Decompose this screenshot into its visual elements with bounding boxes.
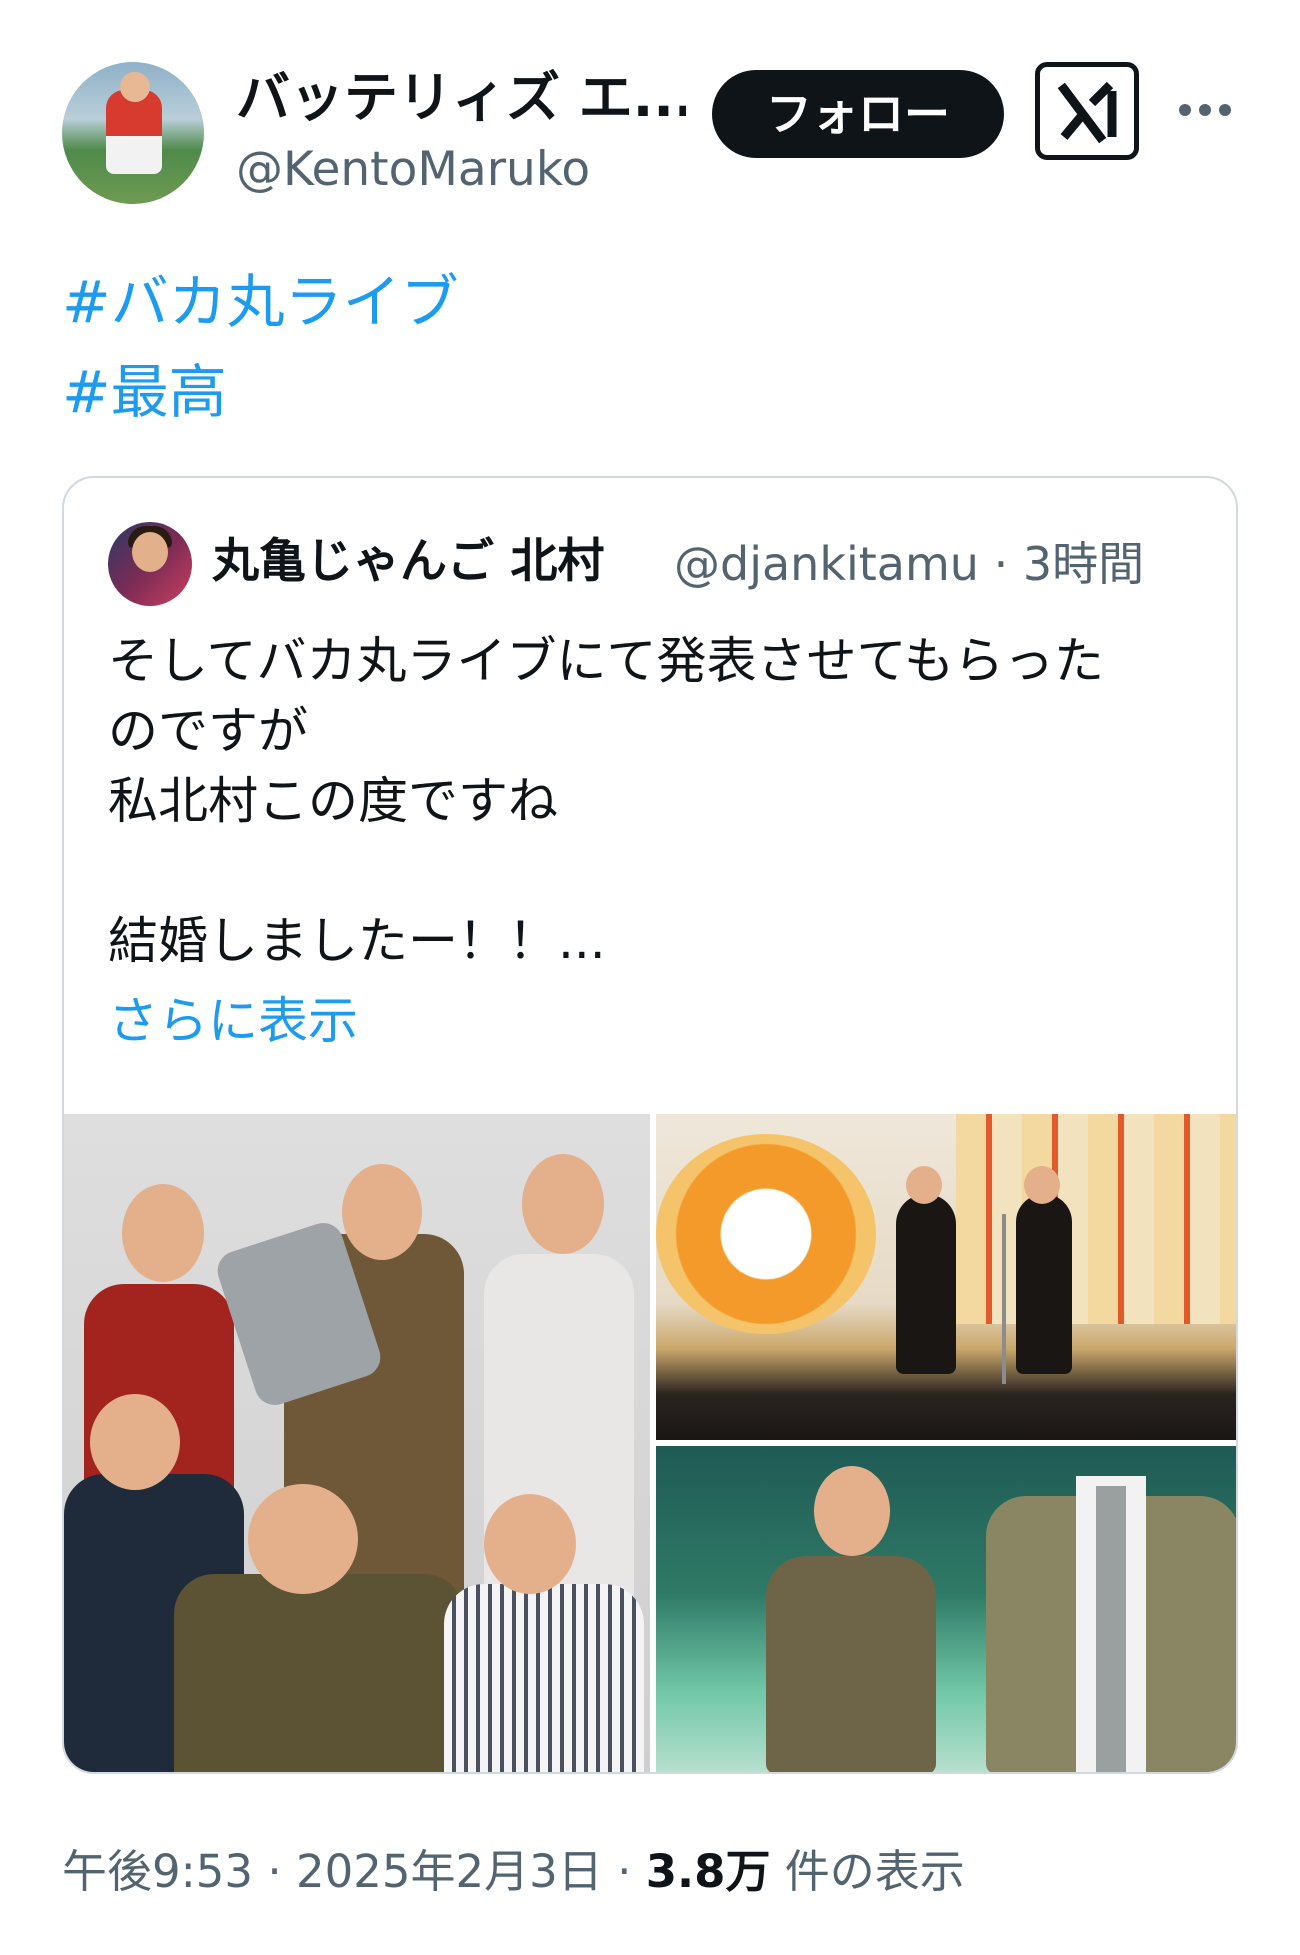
media-photo-stage[interactable] — [656, 1114, 1236, 1440]
quoted-tweet-text: そしてバカ丸ライブにて発表させてもらった のですが 私北村この度ですね 結婚しま… — [108, 632, 1104, 970]
quoted-author-avatar[interactable] — [108, 522, 192, 606]
avatar-figure-head — [120, 72, 150, 102]
photo-person-head — [814, 1466, 890, 1556]
author-avatar[interactable] — [62, 62, 204, 204]
follow-button[interactable]: フォロー — [712, 70, 1004, 158]
tweet-footer: 午後9:53 · 2025年2月3日 · 3.8万 件の表示 — [62, 1840, 965, 1904]
media-photo-suits[interactable] — [656, 1446, 1236, 1772]
hashtag-link[interactable]: #最高 — [62, 352, 227, 432]
stage-decoration — [656, 1134, 876, 1334]
photo-person — [1016, 1194, 1072, 1374]
tweet-time[interactable]: 午後9:53 — [62, 1845, 253, 1898]
footer-separator: · — [617, 1845, 632, 1898]
author-handle[interactable]: @KentoMaruko — [236, 140, 590, 200]
photo-person-head — [484, 1494, 576, 1594]
footer-separator: · — [267, 1845, 282, 1898]
grok-icon[interactable] — [1035, 62, 1139, 160]
quoted-tweet-card[interactable]: 丸亀じゃんご 北村 @djankitamu · 3時間 そしてバカ丸ライブにて発… — [62, 476, 1238, 1774]
photo-person — [766, 1556, 936, 1772]
views-count: 3.8万 — [645, 1845, 771, 1898]
photo-person-head — [522, 1154, 604, 1254]
show-more-link[interactable]: さらに表示 — [108, 986, 358, 1056]
photo-person — [174, 1574, 464, 1772]
more-dots-icon[interactable] — [1170, 75, 1240, 145]
tweet-date[interactable]: 2025年2月3日 — [296, 1845, 603, 1898]
author-display-name[interactable]: バッテリィズ エ... — [236, 62, 686, 134]
avatar-figure-body — [106, 90, 162, 174]
quoted-author-meta: @djankitamu · 3時間 — [674, 532, 1144, 596]
quoted-timestamp[interactable]: 3時間 — [1023, 537, 1144, 591]
stage-microphone-stand — [1002, 1214, 1006, 1384]
avatar-face — [132, 532, 168, 572]
meta-separator: · — [993, 537, 1009, 591]
photo-tie — [1096, 1486, 1126, 1772]
photo-person — [896, 1194, 956, 1374]
photo-person-head — [90, 1394, 180, 1490]
stage-backdrop — [956, 1114, 1236, 1324]
quoted-author-display-name[interactable]: 丸亀じゃんご 北村 — [212, 530, 604, 594]
views-label: 件の表示 — [784, 1845, 965, 1898]
photo-person-head — [122, 1184, 204, 1282]
photo-person-head — [1024, 1166, 1060, 1204]
photo-person-head — [906, 1166, 942, 1204]
photo-person-head — [342, 1164, 422, 1260]
quoted-author-handle[interactable]: @djankitamu — [674, 537, 979, 591]
media-photo-group[interactable] — [64, 1114, 650, 1772]
photo-person — [444, 1584, 644, 1772]
hashtag-link[interactable]: #バカ丸ライブ — [62, 262, 459, 342]
photo-person-head — [248, 1484, 358, 1594]
